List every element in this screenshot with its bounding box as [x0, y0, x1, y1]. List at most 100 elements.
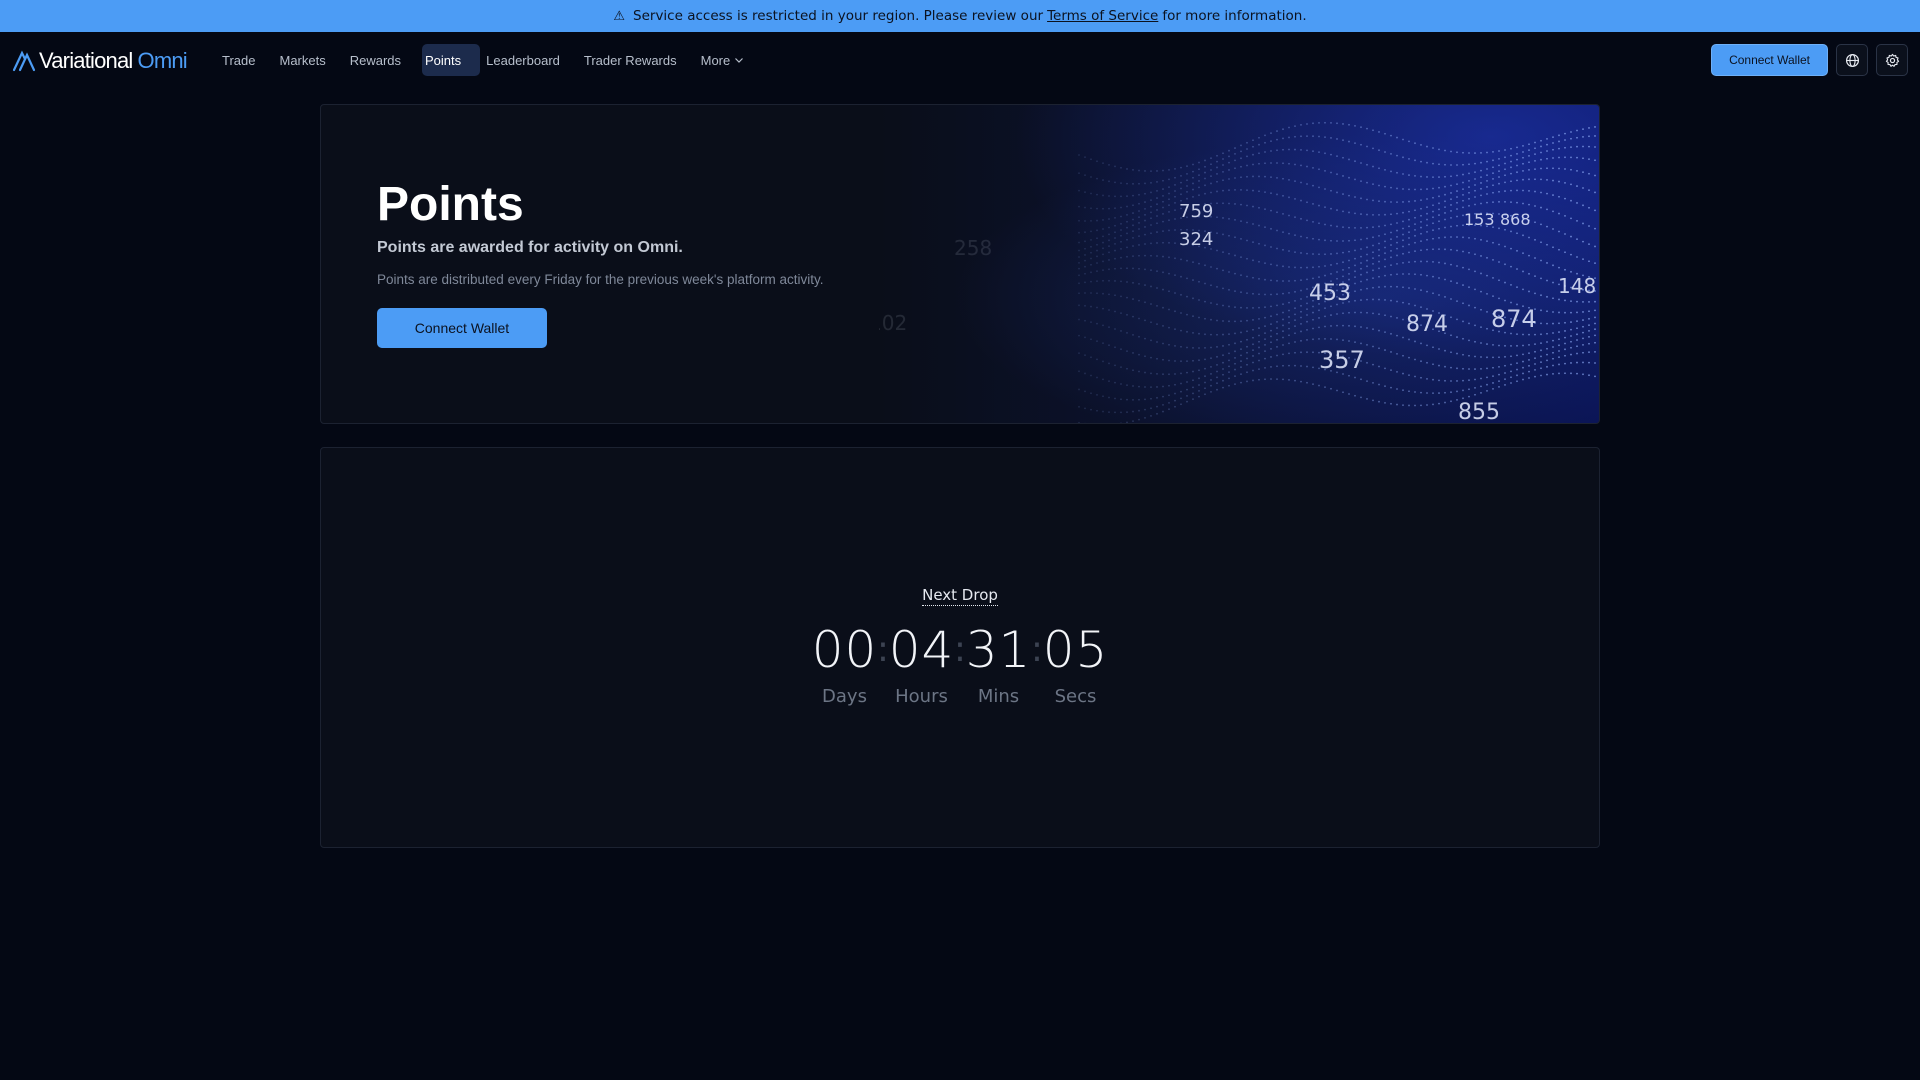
terms-of-service-link[interactable]: Terms of Service	[1047, 8, 1158, 24]
connect-wallet-button[interactable]: Connect Wallet	[1711, 44, 1828, 76]
wave-dot	[1540, 167, 1542, 170]
wave-dot	[1570, 353, 1572, 356]
wave-dot	[1504, 245, 1506, 248]
hero-description: Points are distributed every Friday for …	[377, 272, 824, 287]
wave-dot	[1438, 277, 1440, 279]
wave-dot	[1204, 282, 1206, 285]
nav-item-trade[interactable]: Trade	[210, 44, 267, 76]
wave-dot	[1594, 262, 1596, 265]
wave-dot	[1294, 332, 1296, 335]
wave-dot	[1174, 392, 1176, 395]
wave-dot	[1168, 229, 1170, 232]
wave-dot	[1372, 277, 1374, 280]
wave-dot	[1216, 180, 1218, 183]
wave-dot	[1276, 320, 1278, 323]
nav-item-points[interactable]: Points	[422, 44, 481, 76]
wave-dot	[1186, 165, 1188, 168]
wave-dot	[1504, 355, 1506, 358]
language-button[interactable]	[1836, 44, 1868, 76]
wave-dot	[1360, 311, 1362, 314]
nav-item-leaderboard[interactable]: Leaderboard	[480, 44, 572, 76]
wave-dot	[1504, 281, 1506, 284]
wave-dot	[1510, 301, 1512, 304]
wave-dot	[1372, 213, 1374, 216]
wave-dot	[1108, 251, 1110, 254]
wave-dot	[1138, 235, 1140, 238]
wave-dot	[1174, 167, 1176, 170]
wave-dot	[1486, 376, 1488, 379]
wave-dot	[1552, 322, 1554, 325]
wave-dot	[1576, 339, 1578, 341]
settings-button[interactable]	[1876, 44, 1908, 76]
wave-dot	[1096, 393, 1098, 396]
wave-dot	[1570, 346, 1572, 349]
wave-dot	[1120, 383, 1122, 385]
wave-dot	[1186, 400, 1188, 403]
wave-dot	[1366, 237, 1368, 240]
wave-dot	[1564, 362, 1566, 365]
wave-dot	[1204, 358, 1206, 361]
wave-dot	[1090, 245, 1092, 248]
wave-dot	[1090, 338, 1092, 341]
wave-dot	[1582, 343, 1584, 346]
wave-dot	[1240, 331, 1242, 334]
wave-dot	[1450, 236, 1452, 238]
wave-dot	[1354, 282, 1356, 285]
hero-connect-wallet-button[interactable]: Connect Wallet	[377, 308, 547, 348]
wave-dot	[1108, 380, 1110, 383]
wave-dot	[1468, 286, 1470, 289]
wave-dot	[1432, 261, 1434, 263]
nav-item-trader-rewards[interactable]: Trader Rewards	[572, 44, 689, 76]
wave-dot	[1126, 232, 1128, 235]
wave-dot	[1090, 192, 1092, 195]
wave-dot	[1114, 381, 1116, 384]
wave-dot	[1192, 297, 1194, 300]
wave-dot	[1252, 349, 1254, 352]
wave-dot	[1414, 241, 1416, 244]
wave-dot	[1522, 234, 1524, 237]
wave-dot	[1222, 217, 1224, 219]
wave-dot	[1228, 365, 1230, 368]
wave-dot	[1192, 170, 1194, 173]
wave-dot	[1558, 311, 1560, 314]
wave-dot	[1252, 175, 1254, 178]
wave-dot	[1222, 164, 1224, 166]
wave-dot	[1354, 325, 1356, 328]
wave-dot	[1090, 292, 1092, 294]
wave-dot	[1150, 199, 1152, 202]
nav-item-more[interactable]: More	[689, 44, 757, 76]
nav-item-rewards[interactable]: Rewards	[338, 44, 413, 76]
wave-dot	[1330, 314, 1332, 316]
wave-dot	[1126, 296, 1128, 299]
wave-dot	[1246, 345, 1248, 348]
wave-dot	[1168, 186, 1170, 188]
wave-dot	[1090, 251, 1092, 254]
wave-dot	[1402, 211, 1404, 214]
wave-dot	[1138, 418, 1140, 421]
wave-dot	[1294, 341, 1296, 343]
logo[interactable]: Variational Omni	[12, 48, 188, 74]
wave-dot	[1126, 226, 1128, 229]
wave-dot	[1372, 236, 1374, 239]
wave-dot	[1396, 300, 1398, 303]
wave-dot	[1474, 393, 1476, 396]
nav-item-markets[interactable]: Markets	[267, 44, 337, 76]
wave-dot	[1396, 317, 1398, 319]
wave-dot	[1480, 194, 1482, 197]
wave-dot	[1498, 243, 1500, 246]
wave-dot	[1456, 249, 1458, 252]
wave-dot	[1300, 199, 1302, 202]
wave-dot	[1486, 389, 1488, 392]
wave-dot	[1330, 264, 1332, 266]
wave-dot	[1396, 247, 1398, 250]
wave-dot	[1378, 400, 1380, 403]
wave-dot	[1270, 263, 1272, 266]
wave-dot	[1318, 122, 1320, 124]
wave-dot	[1474, 196, 1476, 198]
wave-dot	[1210, 346, 1212, 349]
wave-dot	[1522, 372, 1524, 375]
wave-dot	[1480, 377, 1482, 380]
wave-dot	[1336, 138, 1338, 140]
wave-dot	[1546, 373, 1548, 376]
wave-dot	[1552, 136, 1554, 138]
